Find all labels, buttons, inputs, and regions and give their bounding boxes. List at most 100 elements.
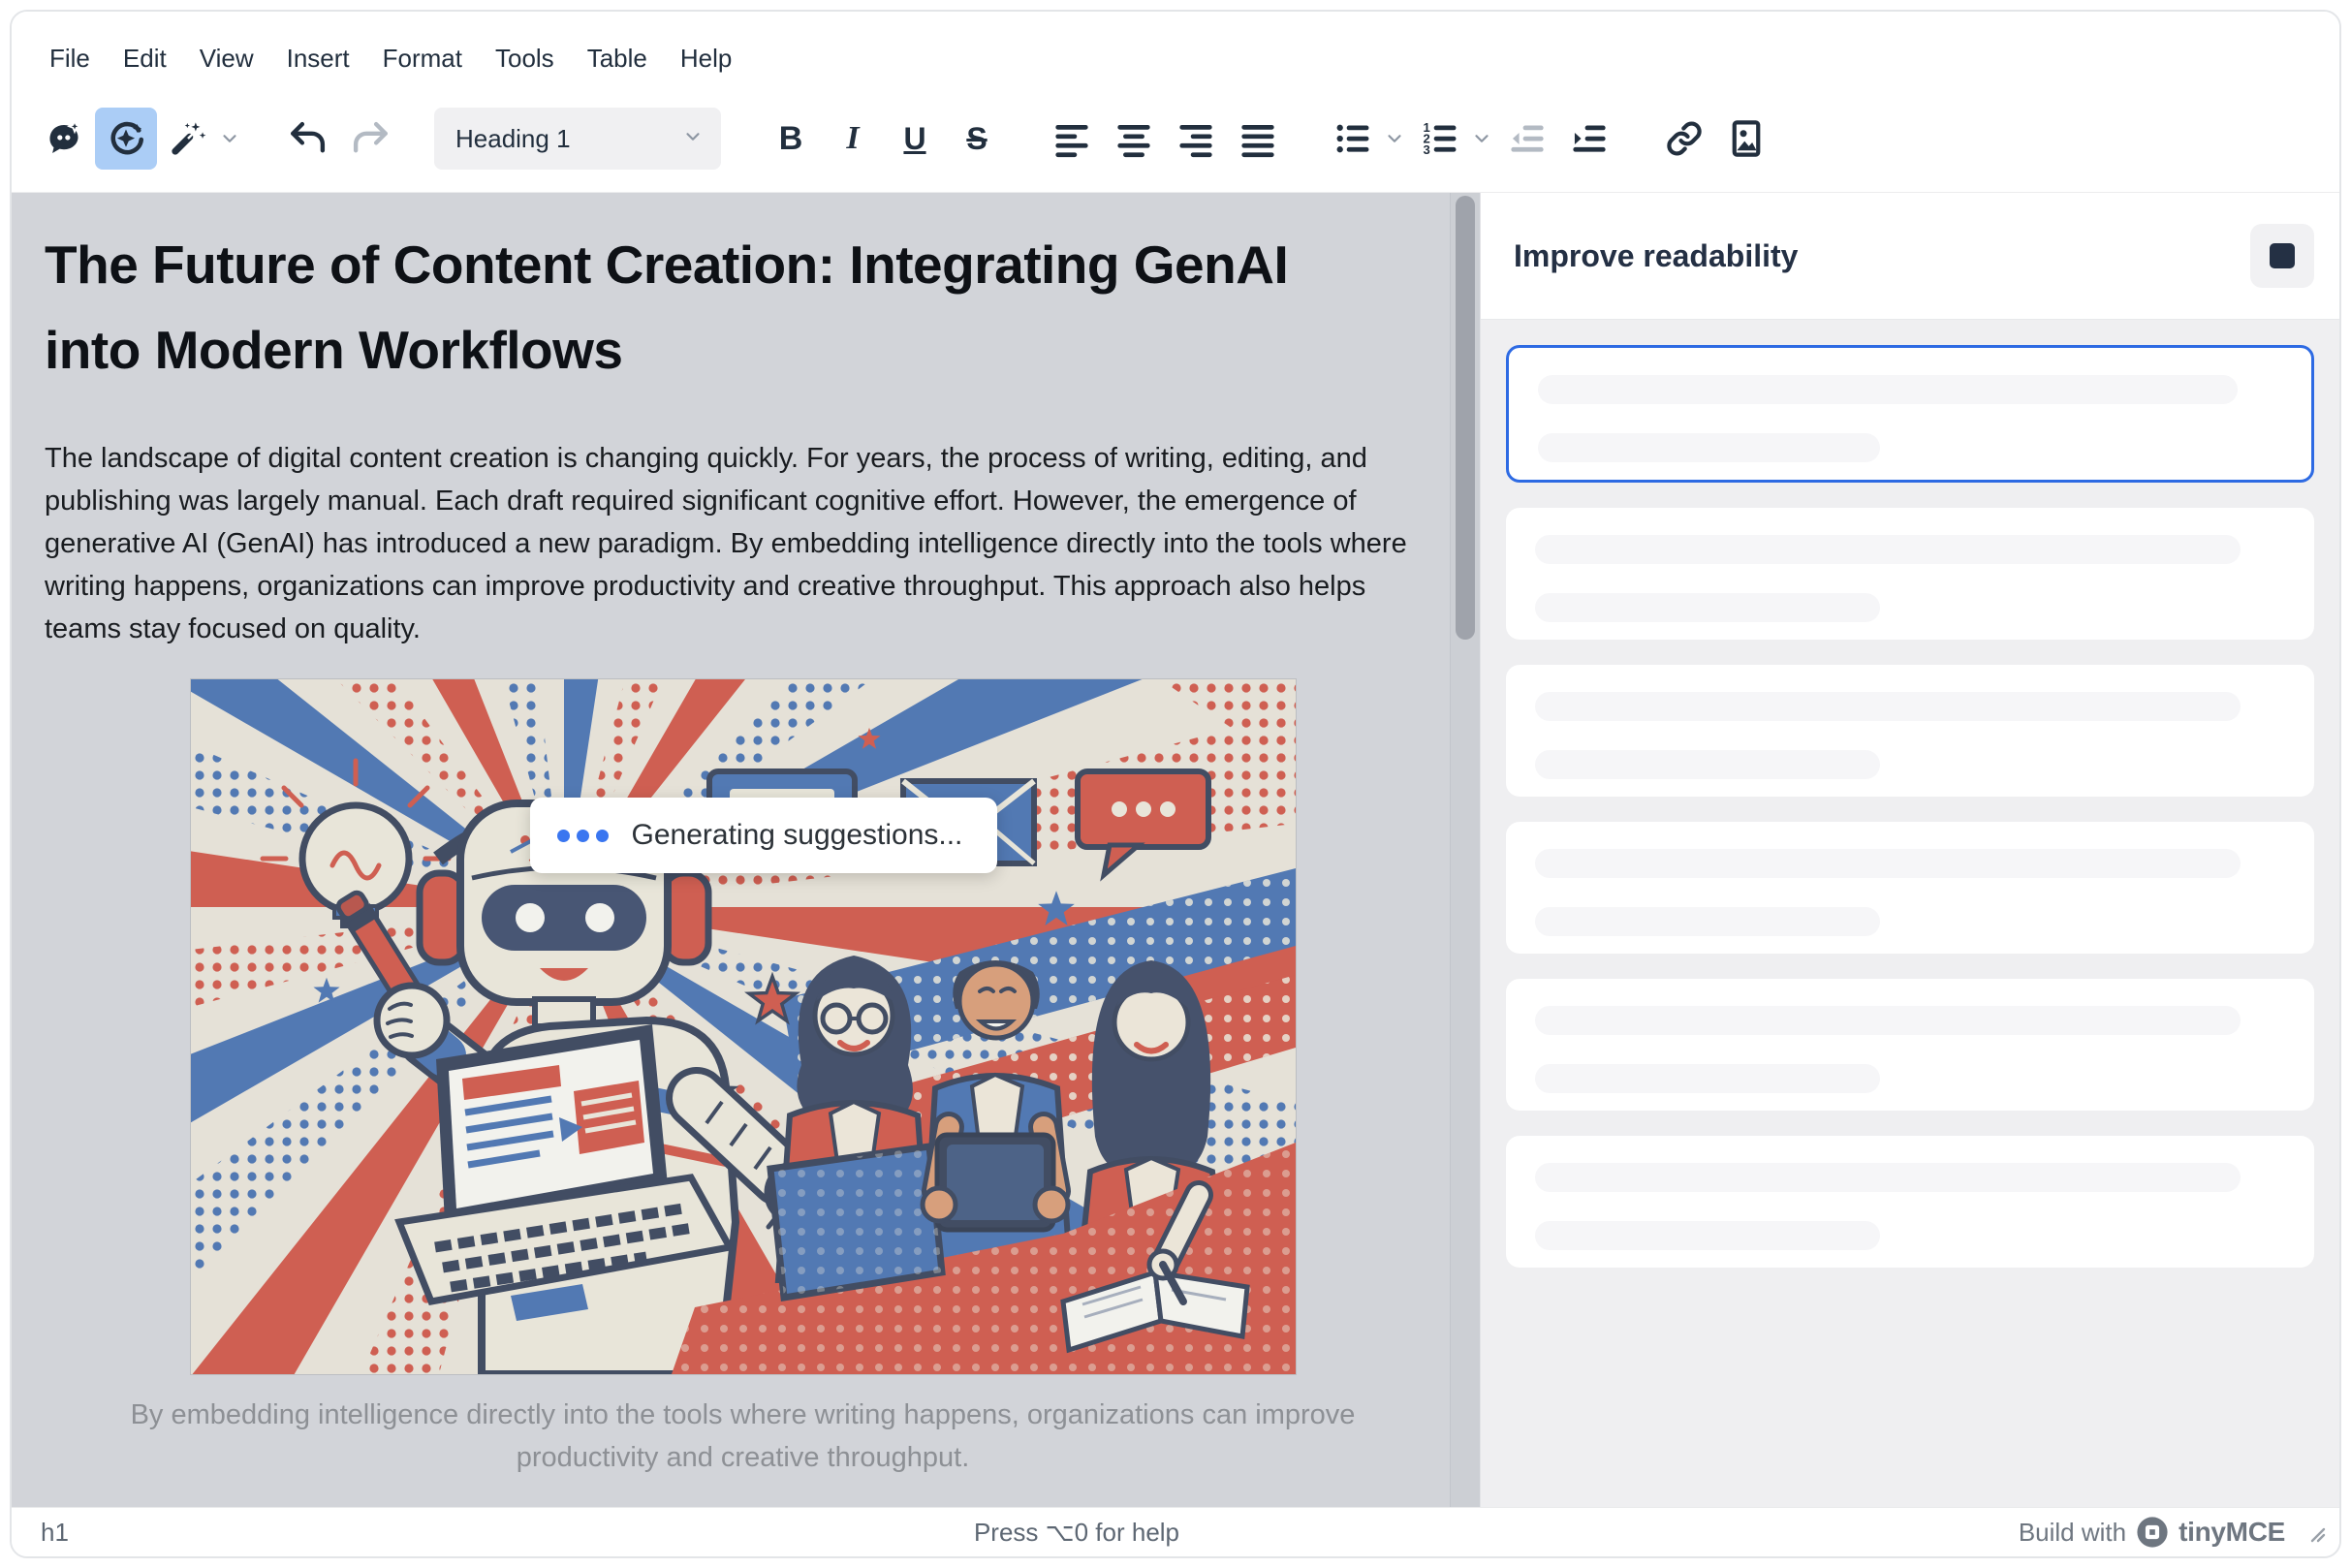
undo-icon: [288, 118, 329, 159]
main-area: The Future of Content Creation: Integrat…: [12, 193, 2339, 1507]
magic-wand-icon: [168, 118, 208, 159]
skeleton-bar: [1535, 692, 2241, 721]
numbered-list-button[interactable]: 123: [1409, 108, 1471, 170]
help-shortcut-text: Press ⌥0 for help: [331, 1518, 1822, 1548]
outdent-icon: [1507, 118, 1548, 159]
ai-assistant-button[interactable]: [33, 108, 95, 170]
menu-edit[interactable]: Edit: [107, 34, 183, 83]
skeleton-bar: [1535, 907, 1880, 936]
image-caption[interactable]: By embedding intelligence directly into …: [75, 1394, 1412, 1479]
suggestion-skeleton-card: [1506, 979, 2314, 1111]
suggestion-skeleton-card: [1506, 345, 2314, 483]
ai-sparkle-circle-icon: [106, 118, 146, 159]
skeleton-bar: [1535, 593, 1880, 622]
ai-shortcuts-button[interactable]: [157, 108, 219, 170]
align-justify-button[interactable]: [1227, 108, 1289, 170]
insert-link-button[interactable]: [1653, 108, 1715, 170]
skeleton-bar: [1535, 1221, 1880, 1250]
skeleton-bar: [1535, 1006, 2241, 1035]
document-heading[interactable]: The Future of Content Creation: Integrat…: [45, 222, 1348, 392]
bullet-list-button[interactable]: [1322, 108, 1384, 170]
brand-name-link[interactable]: tinyMCE: [2179, 1517, 2285, 1548]
bold-icon: B: [779, 120, 803, 158]
document-image[interactable]: Generating suggestions...: [191, 679, 1296, 1374]
align-justify-icon: [1238, 118, 1278, 159]
italic-button[interactable]: I: [822, 108, 884, 170]
toolbar-group-history: [277, 108, 401, 170]
format-select[interactable]: Heading 1: [434, 108, 721, 170]
document-figure: Generating suggestions... By embedding i…: [191, 679, 1296, 1479]
skeleton-bar: [1538, 433, 1880, 462]
underline-button[interactable]: U: [884, 108, 946, 170]
toolbar-group-insert: [1653, 108, 1777, 170]
align-center-icon: [1113, 118, 1154, 159]
align-right-icon: [1176, 118, 1216, 159]
editor-window: File Edit View Insert Format Tools Table…: [10, 10, 2341, 1558]
menu-file[interactable]: File: [33, 34, 107, 83]
menu-table[interactable]: Table: [571, 34, 664, 83]
stop-generation-button[interactable]: [2250, 224, 2314, 288]
menu-insert[interactable]: Insert: [270, 34, 366, 83]
redo-button[interactable]: [339, 108, 401, 170]
toolbar-group-ai: [33, 108, 244, 170]
tinymce-logo-icon: [2136, 1516, 2169, 1549]
editor-canvas[interactable]: The Future of Content Creation: Integrat…: [12, 193, 1480, 1507]
generating-suggestions-toast: Generating suggestions...: [530, 798, 998, 873]
ai-chat-sparkle-icon: [44, 118, 84, 159]
element-path: h1: [41, 1518, 331, 1548]
suggestion-skeleton-card: [1506, 1136, 2314, 1268]
strikethrough-button[interactable]: S: [946, 108, 1008, 170]
redo-icon: [350, 118, 391, 159]
align-left-icon: [1051, 118, 1092, 159]
skeleton-bar: [1535, 750, 1880, 779]
statusbar: h1 Press ⌥0 for help Build with tinyMCE: [12, 1507, 2339, 1556]
ai-sidebar: Improve readability: [1480, 193, 2339, 1507]
menu-tools[interactable]: Tools: [479, 34, 571, 83]
insert-image-button[interactable]: [1715, 108, 1777, 170]
italic-icon: I: [846, 120, 859, 157]
numbered-list-chevron[interactable]: [1467, 108, 1496, 170]
menubar: File Edit View Insert Format Tools Table…: [12, 12, 2339, 85]
bold-button[interactable]: B: [760, 108, 822, 170]
document-content: The Future of Content Creation: Integrat…: [12, 193, 1480, 1479]
sidebar-title: Improve readability: [1514, 238, 2250, 274]
ai-shortcuts-chevron[interactable]: [215, 108, 244, 170]
toolbar-group-align: [1041, 108, 1289, 170]
skeleton-bar: [1535, 1064, 1880, 1093]
skeleton-bar: [1535, 535, 2241, 564]
suggestion-skeleton-card: [1506, 665, 2314, 797]
sidebar-header: Improve readability: [1481, 193, 2339, 320]
popart-illustration: [191, 679, 1296, 1374]
editor-scrollbar[interactable]: [1450, 193, 1480, 1507]
ai-improve-button[interactable]: [95, 108, 157, 170]
document-paragraph[interactable]: The landscape of digital content creatio…: [45, 437, 1421, 650]
bullet-list-chevron[interactable]: [1380, 108, 1409, 170]
outdent-button[interactable]: [1496, 108, 1558, 170]
resize-grip[interactable]: [2304, 1521, 2326, 1543]
menu-help[interactable]: Help: [664, 34, 748, 83]
underline-icon: U: [903, 121, 925, 157]
format-select-value: Heading 1: [455, 124, 682, 154]
align-left-button[interactable]: [1041, 108, 1103, 170]
suggestion-skeleton-card: [1506, 508, 2314, 640]
suggestions-list: [1481, 320, 2339, 1293]
menu-view[interactable]: View: [183, 34, 270, 83]
strikethrough-icon: S: [966, 121, 987, 157]
align-center-button[interactable]: [1103, 108, 1165, 170]
link-icon: [1664, 118, 1705, 159]
stop-icon: [2270, 243, 2295, 268]
image-icon: [1726, 118, 1767, 159]
svg-text:3: 3: [1424, 142, 1430, 157]
indent-button[interactable]: [1558, 108, 1620, 170]
skeleton-bar: [1538, 375, 2238, 404]
generating-label: Generating suggestions...: [632, 819, 963, 852]
numbered-list-icon: 123: [1420, 118, 1460, 159]
scrollbar-thumb[interactable]: [1456, 196, 1475, 640]
skeleton-bar: [1535, 1163, 2241, 1192]
suggestion-skeleton-card: [1506, 822, 2314, 954]
toolbar: Heading 1 B I U S 123: [12, 85, 2339, 193]
align-right-button[interactable]: [1165, 108, 1227, 170]
undo-button[interactable]: [277, 108, 339, 170]
menu-format[interactable]: Format: [366, 34, 479, 83]
indent-icon: [1569, 118, 1610, 159]
